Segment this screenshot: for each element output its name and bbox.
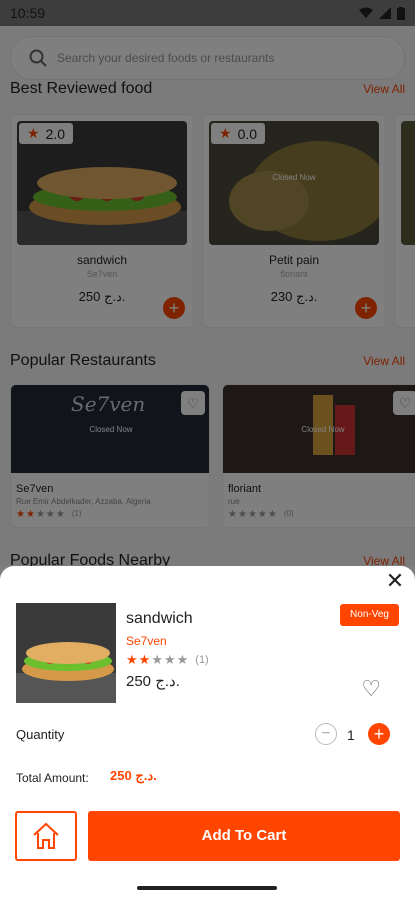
system-nav-bar	[0, 876, 415, 900]
home-icon	[33, 822, 59, 849]
star-icon: ★	[138, 652, 151, 667]
rating-count: (1)	[195, 654, 209, 666]
total-amount-value: 250 د.ج.	[110, 768, 157, 783]
star-icon: ★	[176, 652, 189, 667]
quantity-label: Quantity	[16, 727, 65, 742]
product-name: sandwich	[126, 610, 193, 627]
product-stars: ★ ★ ★ ★ ★ (1)	[126, 652, 209, 668]
quantity-value: 1	[347, 727, 355, 743]
product-image	[16, 603, 116, 703]
product-restaurant[interactable]: Se7ven	[126, 634, 167, 648]
home-gesture-handle[interactable]	[137, 886, 277, 890]
total-amount-label: Total Amount:	[16, 771, 89, 785]
star-icon: ★	[126, 652, 138, 667]
increase-quantity-button[interactable]: +	[368, 723, 390, 745]
star-icon: ★	[163, 652, 176, 667]
non-veg-badge: Non-Veg	[340, 604, 399, 626]
decrease-quantity-button[interactable]: −	[315, 723, 337, 745]
product-bottom-sheet: ✕ sandwich Se7ven ★ ★ ★ ★ ★ (1) 250 د.ج. Non…	[0, 566, 415, 876]
add-to-cart-button[interactable]: Add To Cart	[88, 811, 400, 861]
heart-icon[interactable]: ♡	[361, 676, 381, 702]
home-button[interactable]	[15, 811, 77, 861]
product-price: 250 د.ج.	[126, 673, 180, 690]
close-icon[interactable]: ✕	[383, 568, 407, 594]
star-icon: ★	[151, 652, 163, 667]
